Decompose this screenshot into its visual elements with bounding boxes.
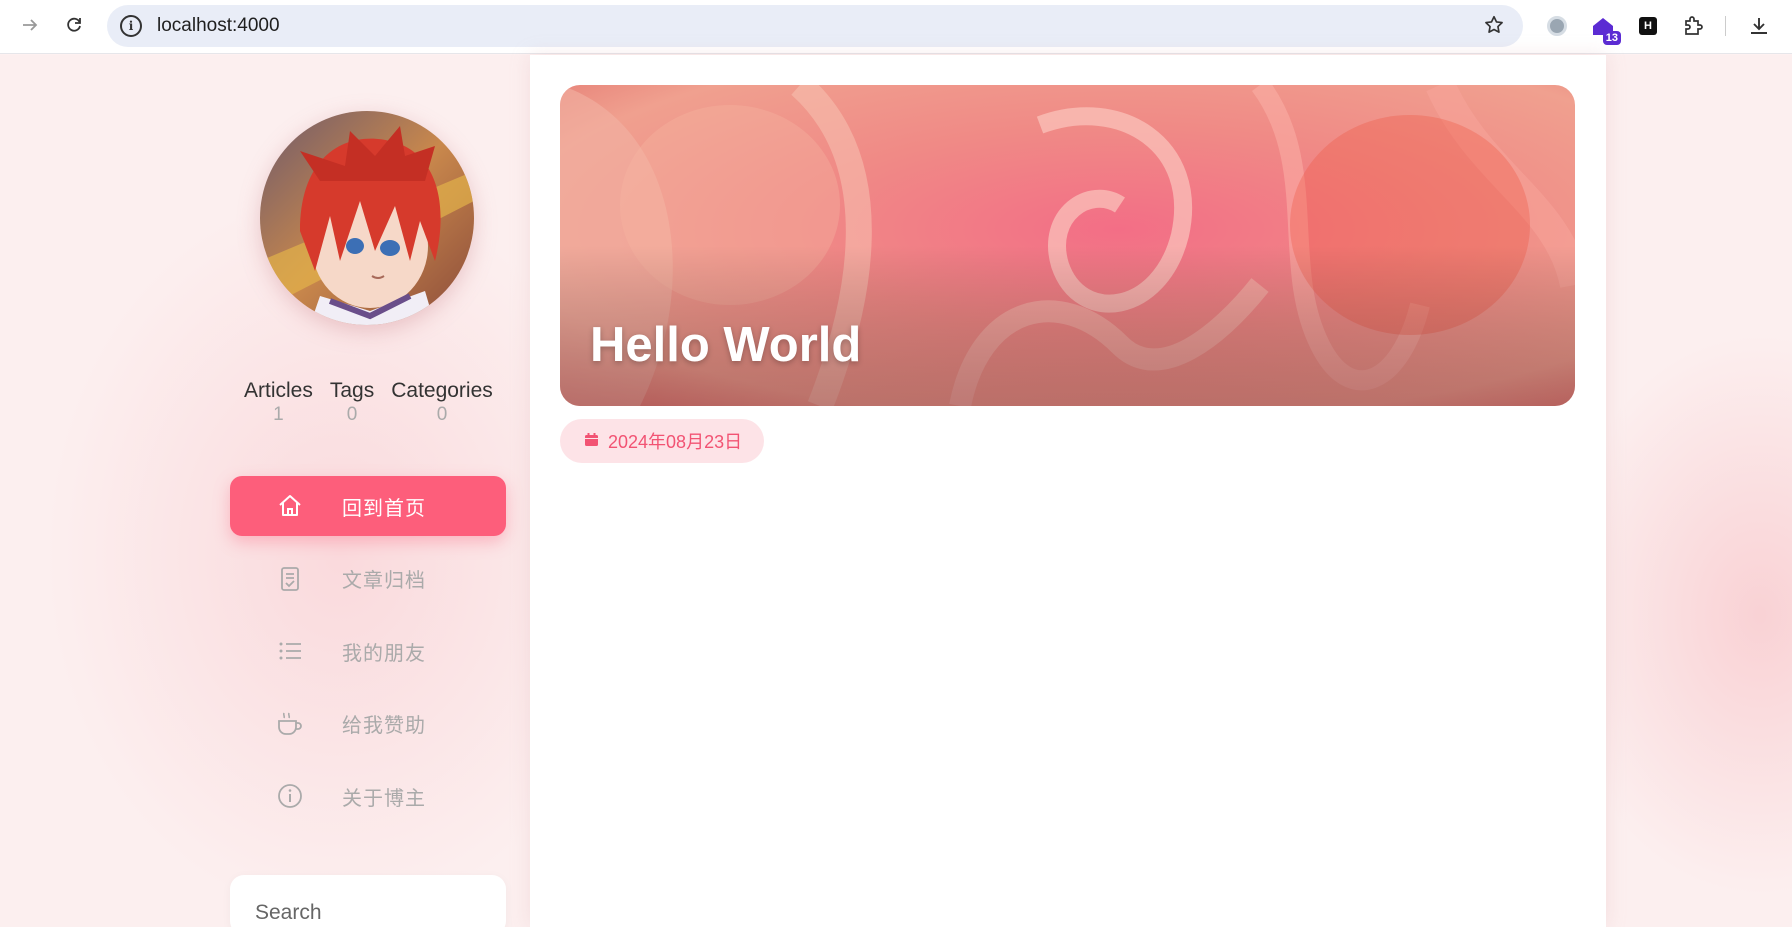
- address-bar[interactable]: i localhost:4000: [107, 5, 1523, 47]
- download-icon[interactable]: [1744, 11, 1774, 41]
- reload-icon[interactable]: [60, 11, 88, 39]
- bookmark-star-icon[interactable]: [1483, 14, 1505, 42]
- menu-label: 给我赞助: [342, 715, 426, 737]
- menu-item-archive[interactable]: 文章归档: [230, 549, 506, 609]
- sidebar: Articles 1 Tags 0 Categories 0 回到首页 文章归档: [208, 55, 526, 927]
- post-date-badge: 2024年08月23日: [560, 419, 765, 463]
- extensions-puzzle-icon[interactable]: [1678, 11, 1708, 41]
- extension-h-icon[interactable]: H: [1633, 11, 1663, 41]
- stat-value: 0: [346, 404, 358, 425]
- extension-circle-icon[interactable]: [1542, 11, 1572, 41]
- extension-house-icon[interactable]: 13: [1588, 11, 1621, 45]
- browser-toolbar: i localhost:4000 13 H: [0, 0, 1792, 54]
- document-icon: [275, 564, 305, 594]
- search-input[interactable]: [230, 875, 506, 925]
- menu-item-about[interactable]: 关于博主: [230, 766, 506, 826]
- menu-item-sponsor[interactable]: 给我赞助: [230, 694, 506, 754]
- main-content: Hello World 2024年08月23日: [530, 55, 1606, 927]
- extension-badge: 13: [1602, 31, 1621, 45]
- stat-label: Categories: [391, 379, 493, 402]
- toolbar-divider: [1725, 16, 1726, 36]
- home-icon: [275, 491, 305, 521]
- post-cover[interactable]: Hello World: [560, 85, 1575, 406]
- stat-articles[interactable]: Articles 1: [244, 379, 313, 426]
- coffee-icon: [275, 709, 305, 739]
- calendar-icon: [584, 431, 599, 452]
- menu-item-friends[interactable]: 我的朋友: [230, 621, 506, 681]
- stat-value: 0: [436, 404, 448, 425]
- site-info-icon[interactable]: i: [120, 15, 142, 37]
- search-box: [230, 875, 506, 927]
- menu-label: 我的朋友: [342, 642, 426, 665]
- stat-tags[interactable]: Tags 0: [330, 379, 374, 426]
- stat-label: Tags: [329, 379, 375, 402]
- menu-label: 回到首页: [342, 497, 426, 520]
- info-icon: [275, 781, 305, 811]
- profile-stats: Articles 1 Tags 0 Categories 0: [244, 379, 493, 426]
- stat-label: Articles: [244, 379, 313, 402]
- menu-item-home[interactable]: 回到首页: [230, 476, 506, 536]
- forward-icon[interactable]: [16, 11, 44, 39]
- stat-value: 1: [273, 404, 284, 425]
- menu-label: 关于博主: [342, 787, 426, 810]
- post-date: 2024年08月23日: [608, 432, 743, 452]
- stat-categories[interactable]: Categories 0: [391, 379, 493, 426]
- sidebar-menu: 回到首页 文章归档 我的朋友 给我赞助 关于博主: [230, 476, 506, 839]
- url-text[interactable]: localhost:4000: [157, 15, 280, 37]
- menu-label: 文章归档: [342, 570, 426, 592]
- list-icon: [275, 636, 305, 666]
- post-title[interactable]: Hello World: [590, 317, 861, 373]
- avatar: [260, 111, 474, 325]
